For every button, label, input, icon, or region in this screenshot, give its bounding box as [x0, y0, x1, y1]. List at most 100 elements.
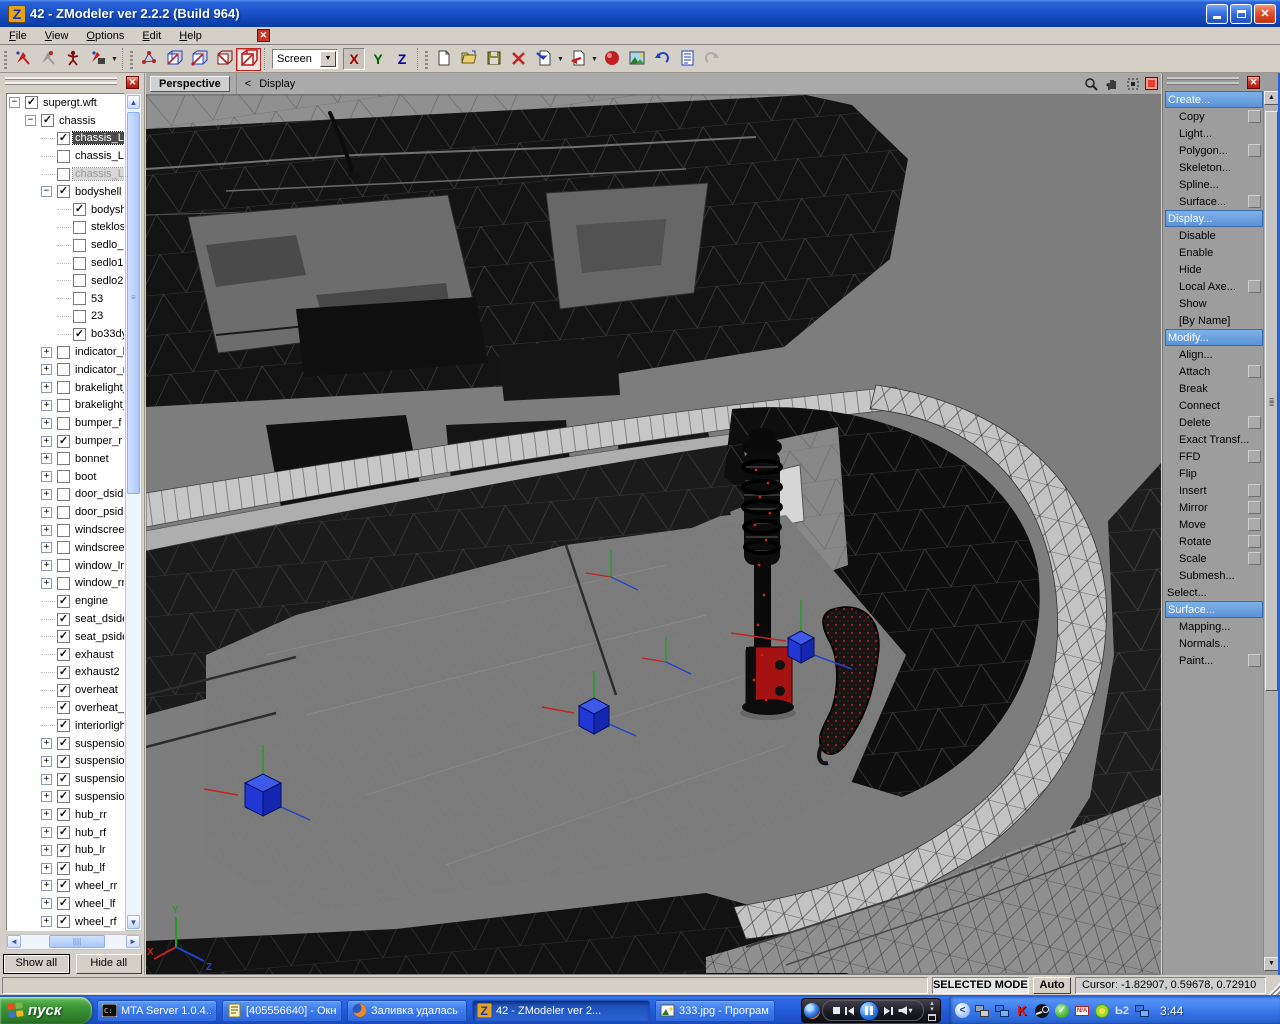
visibility-checkbox[interactable]: [57, 506, 70, 519]
tree-item-hub_lr[interactable]: +✓hub_lr: [7, 841, 124, 859]
command-options-box[interactable]: [1248, 484, 1261, 497]
maximize-view-icon[interactable]: [1124, 76, 1142, 92]
visibility-checkbox[interactable]: [57, 399, 70, 412]
command-display[interactable]: Display...: [1165, 210, 1263, 227]
command-move[interactable]: Move: [1165, 516, 1263, 533]
tree-item-suspension[interactable]: +✓suspension: [7, 735, 124, 753]
command-panel-scrollbar[interactable]: ▲ ≡≡ ▼: [1263, 91, 1278, 971]
tree-item-label[interactable]: indicator_r: [73, 364, 125, 376]
expand-icon[interactable]: +: [41, 791, 52, 802]
toolbar-grip[interactable]: [425, 49, 428, 69]
tree-item-steklosp[interactable]: steklosp: [7, 219, 124, 237]
tree-item-label[interactable]: exhaust2: [73, 666, 122, 678]
expand-icon[interactable]: +: [41, 542, 52, 553]
command-attach[interactable]: Attach: [1165, 363, 1263, 380]
menu-view[interactable]: View: [36, 28, 78, 44]
command-light[interactable]: Light...: [1165, 125, 1263, 142]
auto-mode-button[interactable]: Auto: [1033, 977, 1071, 994]
undo-button[interactable]: [649, 48, 674, 71]
minimize-button[interactable]: [1206, 4, 1228, 24]
resize-grip-icon[interactable]: [1268, 983, 1280, 995]
visibility-checkbox[interactable]: ✓: [57, 790, 70, 803]
command-options-box[interactable]: [1248, 552, 1261, 565]
command-local-axe[interactable]: Local Axe...: [1165, 278, 1263, 295]
command-surface[interactable]: Surface...: [1165, 601, 1263, 618]
expand-icon[interactable]: +: [41, 364, 52, 375]
tree-item-label[interactable]: hub_rr: [73, 809, 109, 821]
tree-item-windscreen[interactable]: +windscreen: [7, 539, 124, 557]
tree-item-sedlo2[interactable]: sedlo2: [7, 272, 124, 290]
animation-figure-button[interactable]: [60, 48, 85, 71]
toolbar-grip[interactable]: [4, 49, 7, 69]
tree-item-label[interactable]: bo33dy: [89, 328, 125, 340]
expand-icon[interactable]: +: [41, 471, 52, 482]
menubar-close-icon[interactable]: ✕: [257, 29, 270, 42]
tree-item-indicator_l[interactable]: +indicator_l: [7, 343, 124, 361]
visibility-checkbox[interactable]: ✓: [57, 879, 70, 892]
tree-item-bo33dy[interactable]: ✓bo33dy: [7, 325, 124, 343]
import-button[interactable]: [531, 48, 556, 71]
tree-item-label[interactable]: suspension: [73, 755, 125, 767]
panel-drag-grip[interactable]: [1167, 77, 1239, 87]
command-create[interactable]: Create...: [1165, 91, 1263, 108]
deselect-pin-button[interactable]: [35, 48, 60, 71]
spinner-down-icon[interactable]: ▾: [930, 1007, 934, 1013]
visibility-checkbox[interactable]: [73, 310, 86, 323]
tree-item-label[interactable]: engine: [73, 595, 110, 607]
tree-item-label[interactable]: bonnet: [73, 453, 111, 465]
vertices-level-button[interactable]: [136, 48, 161, 71]
expand-icon[interactable]: +: [41, 916, 52, 927]
tree-item-label[interactable]: hub_lr: [73, 844, 108, 856]
visibility-checkbox[interactable]: ✓: [57, 630, 70, 643]
visibility-checkbox[interactable]: [73, 257, 86, 270]
visibility-checkbox[interactable]: ✓: [57, 185, 70, 198]
scene-tree[interactable]: −✓supergt.wft−✓chassis✓chassis_L0chassis…: [6, 93, 125, 931]
tree-item-sedlo_r[interactable]: sedlo_r: [7, 236, 124, 254]
tree-horizontal-scrollbar[interactable]: ◄ |||| ►: [6, 934, 141, 950]
command-options-box[interactable]: [1248, 654, 1261, 667]
tree-item-wheel_rf[interactable]: +✓wheel_rf: [7, 913, 124, 931]
tree-item-label[interactable]: door_pside: [73, 506, 125, 518]
tree-item-label[interactable]: seat_dside: [73, 613, 125, 625]
tree-item-bumper_f[interactable]: +bumper_f: [7, 414, 124, 432]
dropdown-arrow-icon[interactable]: ▼: [590, 48, 599, 71]
tree-item-53[interactable]: 53: [7, 290, 124, 308]
command-options-box[interactable]: [1248, 518, 1261, 531]
command-options-box[interactable]: [1248, 280, 1261, 293]
expand-icon[interactable]: +: [41, 453, 52, 464]
command-spline[interactable]: Spline...: [1165, 176, 1263, 193]
tree-item-window_lr[interactable]: +window_lr: [7, 557, 124, 575]
command-skeleton[interactable]: Skeleton...: [1165, 159, 1263, 176]
scrollbar-thumb[interactable]: ≡≡: [1265, 111, 1278, 691]
tree-item-23[interactable]: 23: [7, 308, 124, 326]
expand-icon[interactable]: +: [41, 827, 52, 838]
hide-all-button[interactable]: Hide all: [76, 954, 143, 974]
command-modify[interactable]: Modify...: [1165, 329, 1263, 346]
command-delete[interactable]: Delete: [1165, 414, 1263, 431]
tree-item-label[interactable]: 23: [89, 310, 105, 322]
toolbar-grip[interactable]: [130, 49, 133, 69]
tree-item-label[interactable]: bumper_r: [73, 435, 124, 447]
tree-item-label[interactable]: wheel_rr: [73, 880, 119, 892]
expand-icon[interactable]: +: [41, 436, 52, 447]
collapse-icon[interactable]: −: [41, 186, 52, 197]
tree-item-label[interactable]: window_lr: [73, 560, 125, 572]
screen-space-combobox[interactable]: Screen▼: [272, 49, 338, 69]
expand-icon[interactable]: +: [41, 578, 52, 589]
command-disable[interactable]: Disable: [1165, 227, 1263, 244]
command-options-box[interactable]: [1248, 195, 1261, 208]
command-hide[interactable]: Hide: [1165, 261, 1263, 278]
tree-item-wheel_lf[interactable]: +✓wheel_lf: [7, 895, 124, 913]
command-copy[interactable]: Copy: [1165, 108, 1263, 125]
view-mode-button[interactable]: Perspective: [150, 76, 230, 92]
command-options-box[interactable]: [1248, 144, 1261, 157]
log-button[interactable]: [674, 48, 699, 71]
select-pin-button[interactable]: [10, 48, 35, 71]
tree-vertical-scrollbar[interactable]: ▲ ≡ ▼: [125, 93, 142, 931]
menu-help[interactable]: Help: [170, 28, 211, 44]
tree-item-overheat_[interactable]: ✓overheat_: [7, 699, 124, 717]
tree-item-label[interactable]: sedlo_r: [89, 239, 125, 251]
expand-icon[interactable]: +: [41, 525, 52, 536]
collapse-icon[interactable]: −: [25, 115, 36, 126]
visibility-checkbox[interactable]: [57, 150, 70, 163]
